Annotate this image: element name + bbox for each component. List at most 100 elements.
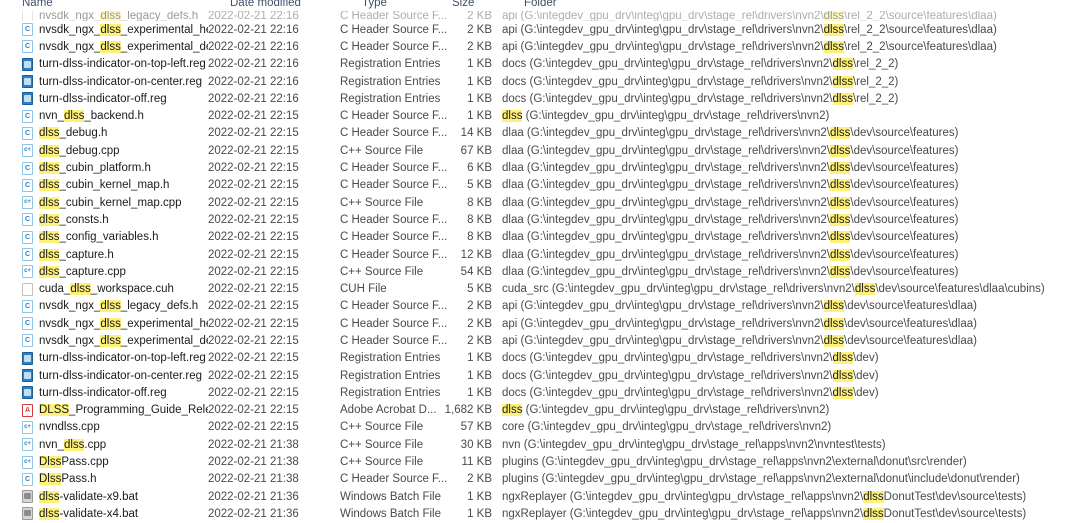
search-match-highlight: dlss [39, 231, 60, 244]
folder-path-text: dlaa (G:\integdev_gpu_drv\integ\gpu_drv\… [502, 265, 959, 278]
file-row[interactable]: dlss-validate-x4.bat 2022-02-21 21:36 Wind… [0, 505, 1080, 523]
file-row[interactable]: c+ nvndlss.cpp 2022-02-21 22:15 C++ Source … [0, 418, 1080, 437]
file-name-cell[interactable]: Cdlss_debug.h [0, 126, 208, 140]
c-header-file-icon: C [22, 299, 33, 313]
column-header-size[interactable]: Size [452, 0, 474, 9]
file-row[interactable]: Cnvsdk_ngx_dlss_experimental_helpers.h20… [0, 21, 1080, 39]
c-header-file-icon: C [22, 248, 33, 261]
file-row[interactable]: Cdlss_capture.h 2022-02-21 22:15 C Header … [0, 245, 1080, 264]
file-name-cell[interactable]: Cnvsdk_ngx_dlss_experimental_defs.h [0, 334, 208, 348]
search-match-highlight: dlss [502, 110, 523, 123]
file-name-cell[interactable]: c+ dlss_capture.cpp [0, 265, 208, 279]
file-row[interactable]: turn-dlss-indicator-on-top-left.reg 2022-… [0, 55, 1080, 73]
file-row[interactable]: c+ dlss_cubin_kernel_map.cpp 2022-02-21 22… [0, 193, 1080, 212]
file-row[interactable]: Cdlss_config_variables.h 2022-02-21 22:15… [0, 228, 1080, 246]
column-header-type[interactable]: Type [362, 0, 387, 9]
file-row[interactable]: turn-dlss-indicator-on-center.reg 2022-02… [0, 366, 1080, 385]
file-row[interactable]: Cnvsdk_ngx_dlss_legacy_defs.h 2022-02-21 … [0, 297, 1080, 316]
file-name-text: nvn_dlss.cpp [39, 438, 107, 451]
file-name-cell[interactable]: c+ DlssPass.cpp [0, 455, 208, 469]
search-match-highlight: dlss [863, 490, 884, 503]
file-type-cell: Registration Entries [340, 75, 441, 88]
file-name-cell[interactable]: Cnvsdk_ngx_dlss_legacy_defs.h [0, 299, 208, 313]
file-row[interactable]: nvsdk_ngx_dlss_legacy_defs.h 2022-02-21 2… [0, 11, 1080, 21]
file-name-cell[interactable]: Cnvn_dlss_backend.h [0, 109, 208, 123]
file-name-cell[interactable]: turn-dlss-indicator-on-center.reg [0, 75, 208, 89]
file-name-cell[interactable]: Cdlss_cubin_platform.h [0, 161, 208, 175]
folder-path-cell: dlaa (G:\integdev_gpu_drv\integ\gpu_drv\… [502, 213, 1080, 226]
file-size-cell: 1 KB [467, 92, 492, 105]
file-row[interactable]: Cdlss_debug.h 2022-02-21 22:15 C Header So… [0, 124, 1080, 143]
file-row[interactable]: Cdlss_cubin_kernel_map.h 2022-02-21 22:15… [0, 176, 1080, 194]
date-modified-cell: 2022-02-21 21:38 [208, 473, 299, 486]
folder-path-text: api (G:\integdev_gpu_drv\integ\gpu_drv\s… [502, 334, 977, 347]
file-name-cell[interactable]: Cdlss_config_variables.h [0, 230, 208, 244]
file-row[interactable]: turn-dlss-indicator-off.reg 2022-02-21 22… [0, 90, 1080, 108]
registry-file-icon [22, 369, 33, 383]
file-row[interactable]: c+ dlss_debug.cpp 2022-02-21 22:15 C++ Sour… [0, 142, 1080, 160]
search-match-highlight: dlss [100, 23, 121, 36]
file-list[interactable]: nvsdk_ngx_dlss_legacy_defs.h 2022-02-21 2… [0, 11, 1080, 523]
column-header-date[interactable]: Date modified [230, 0, 301, 9]
file-row[interactable]: c+ nvn_dlss.cpp 2022-02-21 21:38 C++ Source… [0, 436, 1080, 454]
file-type-cell: C++ Source File [340, 196, 424, 209]
file-row[interactable]: Cdlss_cubin_platform.h 2022-02-21 22:15 C … [0, 159, 1080, 177]
file-name-cell[interactable]: dlss-validate-x4.bat [0, 507, 208, 521]
file-name-cell[interactable]: c+ nvn_dlss.cpp [0, 438, 208, 452]
date-modified-cell: 2022-02-21 22:15 [208, 265, 299, 278]
file-row[interactable]: c+ dlss_capture.cpp 2022-02-21 22:15 C++ So… [0, 263, 1080, 281]
file-name-cell[interactable]: c+ dlss_cubin_kernel_map.cpp [0, 196, 208, 210]
file-name-cell[interactable]: c+ dlss_debug.cpp [0, 144, 208, 158]
search-match-highlight: Dlss [39, 473, 62, 486]
file-row[interactable]: Cdlss_consts.h 2022-02-21 22:15 C Header S… [0, 211, 1080, 229]
file-name-cell[interactable]: c+ nvndlss.cpp [0, 420, 208, 434]
column-header-folder[interactable]: Folder [524, 0, 557, 9]
file-size-cell: 67 KB [460, 144, 492, 157]
search-match-highlight: dlss [829, 144, 851, 157]
column-header-name[interactable]: Name [22, 0, 53, 9]
file-name-cell[interactable]: Cdlss_consts.h [0, 213, 208, 227]
folder-path-cell: core (G:\integdev_gpu_drv\integ\gpu_drv\… [502, 421, 1080, 433]
folder-path-cell: docs (G:\integdev_gpu_drv\integ\gpu_drv\… [502, 352, 1080, 365]
file-row[interactable]: dlss-validate-x9.bat 2022-02-21 21:36 Wind… [0, 488, 1080, 506]
date-modified-cell: 2022-02-21 22:15 [208, 300, 299, 313]
file-row[interactable]: Cnvsdk_ngx_dlss_experimental_defs.h2022-… [0, 332, 1080, 350]
file-name-cell[interactable]: Cdlss_capture.h [0, 248, 208, 261]
file-name-cell[interactable]: turn-dlss-indicator-on-top-left.reg [0, 57, 208, 71]
c-header-file-icon: C [22, 178, 33, 192]
file-name-cell[interactable]: C DlssPass.h [0, 472, 208, 486]
file-name-text: nvndlss.cpp [39, 421, 100, 434]
folder-path-cell: dlaa (G:\integdev_gpu_drv\integ\gpu_drv\… [502, 231, 1080, 244]
c-header-file-icon: C [22, 161, 33, 175]
file-row[interactable]: turn-dlss-indicator-on-center.reg 2022-02… [0, 72, 1080, 91]
file-row[interactable]: Cnvsdk_ngx_dlss_experimental_helpers.h20… [0, 315, 1080, 333]
file-type-cell: C Header Source F... [340, 334, 448, 347]
file-name-cell[interactable]: turn-dlss-indicator-on-center.reg [0, 369, 208, 383]
file-name-cell[interactable]: cuda_dlss_workspace.cuh [0, 282, 208, 296]
file-name-cell[interactable]: Cnvsdk_ngx_dlss_experimental_defs.h [0, 40, 208, 54]
file-name-cell[interactable]: dlss-validate-x9.bat [0, 490, 208, 504]
folder-path-text: dlaa (G:\integdev_gpu_drv\integ\gpu_drv\… [502, 231, 959, 244]
folder-path-cell: dlss (G:\integdev_gpu_drv\integ\gpu_drv\… [502, 110, 1080, 123]
c-header-file-icon: C [22, 230, 33, 244]
file-row[interactable]: c+ DlssPass.cpp 2022-02-21 21:38 C++ Source… [0, 453, 1080, 471]
file-name-cell[interactable]: turn-dlss-indicator-on-top-left.reg [0, 351, 208, 365]
file-row[interactable]: Cnvsdk_ngx_dlss_experimental_defs.h2022-… [0, 38, 1080, 56]
file-name-cell[interactable]: turn-dlss-indicator-off.reg [0, 386, 208, 400]
file-row[interactable]: turn-dlss-indicator-off.reg 2022-02-21 22… [0, 384, 1080, 402]
file-name-cell[interactable]: Cnvsdk_ngx_dlss_experimental_helpers.h [0, 23, 208, 37]
c-header-file-icon: C [22, 40, 33, 54]
file-row[interactable]: Cnvn_dlss_backend.h 2022-02-21 22:15 C Hea… [0, 107, 1080, 125]
date-modified-cell: 2022-02-21 22:15 [208, 144, 299, 157]
file-name-cell[interactable]: Cdlss_cubin_kernel_map.h [0, 178, 208, 192]
file-row[interactable]: cuda_dlss_workspace.cuh 2022-02-21 22:15 C… [0, 280, 1080, 298]
file-row[interactable]: C DlssPass.h 2022-02-21 21:38 C Header Sour… [0, 470, 1080, 489]
registry-file-icon [22, 57, 33, 71]
file-name-cell[interactable]: nvsdk_ngx_dlss_legacy_defs.h [0, 11, 208, 21]
file-name-text: dlss_capture.h [39, 248, 114, 261]
file-row[interactable]: turn-dlss-indicator-on-top-left.reg 2022-… [0, 349, 1080, 367]
file-name-cell[interactable]: A DLSS_Programming_Guide_Release.pdf [0, 403, 208, 417]
file-name-cell[interactable]: turn-dlss-indicator-off.reg [0, 92, 208, 106]
file-name-cell[interactable]: Cnvsdk_ngx_dlss_experimental_helpers.h [0, 317, 208, 331]
file-row[interactable]: A DLSS_Programming_Guide_Release.pdf2022-… [0, 401, 1080, 419]
